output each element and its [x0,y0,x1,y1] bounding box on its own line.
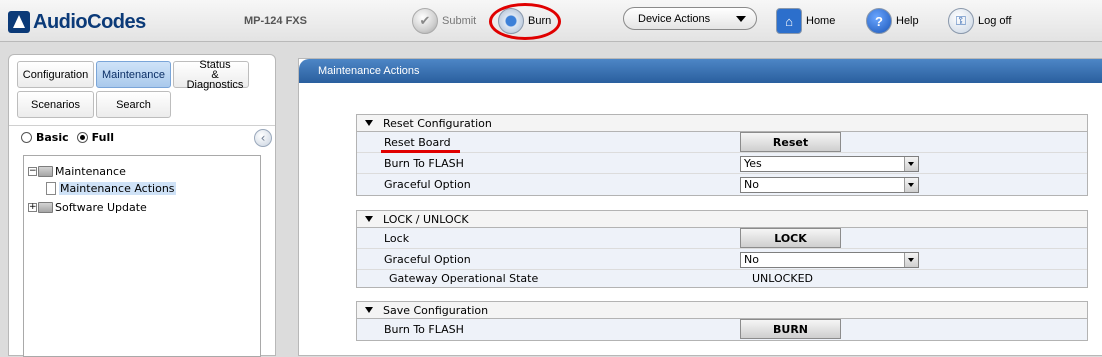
collapse-arrow-icon [365,216,373,222]
tree-node-label: Maintenance Actions [59,182,176,195]
tab-configuration[interactable]: Configuration [17,61,94,88]
select-value: No [744,178,759,191]
submit-button[interactable]: ✔ Submit [412,7,476,35]
device-model: MP-124 FXS [244,15,307,27]
chevron-down-icon [904,253,918,267]
basic-radio[interactable] [21,132,32,143]
home-icon: ⌂ [776,8,802,34]
chevron-down-icon [736,16,746,22]
help-icon: ? [866,8,892,34]
view-mode-selector: Basic Full [21,131,114,144]
collapse-tree-icon[interactable]: − [28,167,37,176]
graceful-option-row: Graceful Option No [357,249,1087,270]
tree-node-maintenance-actions[interactable]: Maintenance Actions [46,182,176,195]
graceful-option-select[interactable]: No [740,177,919,193]
select-value: Yes [744,157,762,170]
key-icon: ⚿ [948,8,974,34]
help-label: Help [896,15,919,27]
reset-configuration-section: Reset Configuration Reset Board Reset Bu… [356,114,1088,196]
tab-status-diagnostics[interactable]: Status & Diagnostics [173,59,249,90]
graceful-option-label: Graceful Option [384,178,471,191]
gateway-state-label: Gateway Operational State [389,272,539,285]
burn-button[interactable]: Burn [498,7,551,35]
logoff-button[interactable]: ⚿ Log off [948,7,1011,35]
collapse-arrow-icon [365,120,373,126]
divider [9,125,275,126]
burn-flash-button[interactable]: BURN [740,319,841,339]
section-title: LOCK / UNLOCK [383,212,469,226]
reset-button[interactable]: Reset [740,132,841,152]
burn-to-flash-label: Burn To FLASH [384,157,464,170]
basic-label: Basic [36,131,69,144]
gateway-state-row: Gateway Operational State UNLOCKED [357,270,1087,287]
tree-node-label: Maintenance [55,165,126,178]
help-button[interactable]: ? Help [866,7,919,35]
lock-label: Lock [384,232,410,245]
collapse-panel-icon[interactable]: ‹ [254,129,272,147]
page-title: Maintenance Actions [299,59,1102,83]
lock-button[interactable]: LOCK [740,228,841,248]
graceful-option-label: Graceful Option [384,253,471,266]
gateway-state-value: UNLOCKED [752,272,813,285]
section-header[interactable]: Save Configuration [357,302,1087,319]
select-value: No [744,253,759,266]
section-title: Reset Configuration [383,116,492,130]
tree-node-maintenance[interactable]: − Maintenance [28,165,126,178]
graceful-option-select[interactable]: No [740,252,919,268]
section-title: Save Configuration [383,303,489,317]
chevron-down-icon [904,157,918,171]
chevron-down-icon [904,178,918,192]
checkmark-icon: ✔ [412,8,438,34]
section-header[interactable]: Reset Configuration [357,115,1087,132]
logoff-label: Log off [978,15,1012,27]
save-burn-row: Burn To FLASH BURN [357,319,1087,340]
burn-disc-icon [498,8,524,34]
folder-icon [38,166,53,177]
collapse-arrow-icon [365,307,373,313]
audiocodes-logo: AudioCodes [8,10,146,34]
home-button[interactable]: ⌂ Home [776,7,835,35]
section-header[interactable]: LOCK / UNLOCK [357,211,1087,228]
full-radio[interactable] [76,132,88,143]
logo-text: AudioCodes [33,10,146,33]
lock-row: Lock LOCK [357,228,1087,249]
device-actions-label: Device Actions [638,12,711,25]
logo-mark-icon [8,11,30,33]
reset-board-label: Reset Board [384,136,451,149]
tree-node-software-update[interactable]: + Software Update [28,201,147,214]
lock-unlock-section: LOCK / UNLOCK Lock LOCK Graceful Option … [356,210,1088,288]
navigation-tree: − Maintenance Maintenance Actions + Soft… [23,155,261,357]
home-label: Home [806,15,836,27]
folder-icon [38,202,53,213]
save-configuration-section: Save Configuration Burn To FLASH BURN [356,301,1088,341]
tab-scenarios[interactable]: Scenarios [17,91,94,118]
burn-to-flash-select[interactable]: Yes [740,156,919,172]
page-icon [46,182,56,195]
burn-to-flash-label: Burn To FLASH [384,323,464,336]
main-content: Maintenance Actions Reset Configuration … [298,58,1102,356]
graceful-option-row: Graceful Option No [357,174,1087,195]
device-actions-dropdown[interactable]: Device Actions [623,7,757,30]
reset-board-row: Reset Board Reset [357,132,1087,153]
burn-to-flash-row: Burn To FLASH Yes [357,153,1087,174]
full-label: Full [91,131,114,144]
tab-maintenance[interactable]: Maintenance [96,61,171,88]
top-toolbar: AudioCodes MP-124 FXS ✔ Submit Burn Devi… [0,0,1102,42]
navigation-panel: Configuration Maintenance Status & Diagn… [8,54,276,357]
tab-search[interactable]: Search [96,91,171,118]
tree-node-label: Software Update [55,201,147,214]
submit-label: Submit [442,15,477,27]
burn-label: Burn [528,15,552,27]
expand-tree-icon[interactable]: + [28,203,37,212]
